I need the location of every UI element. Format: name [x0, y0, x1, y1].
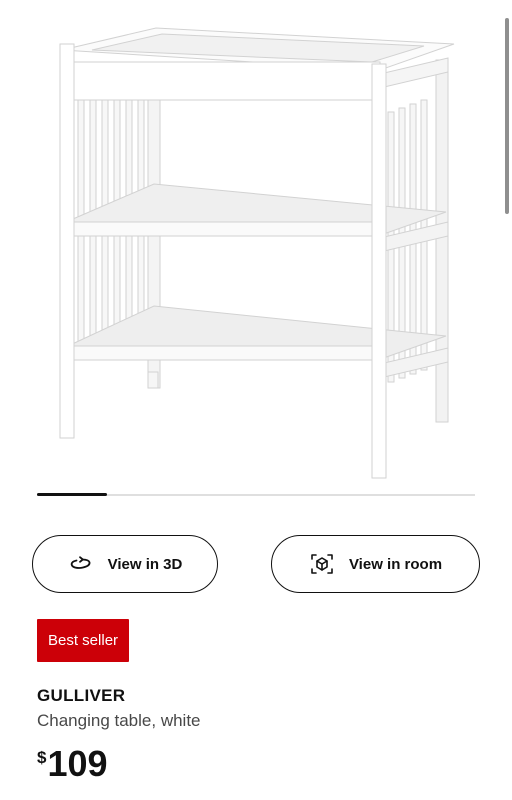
product-image-gallery[interactable] — [0, 0, 512, 480]
view-in-3d-button[interactable]: View in 3D — [32, 535, 218, 593]
view-in-room-label: View in room — [348, 555, 443, 573]
gallery-scrollbar[interactable] — [505, 18, 509, 214]
view-in-room-button[interactable]: View in room — [271, 535, 480, 593]
gallery-progress-bar — [37, 493, 475, 496]
ar-cube-icon — [309, 551, 335, 577]
product-description: Changing table, white — [37, 711, 201, 730]
view-in-3d-label: View in 3D — [107, 555, 183, 573]
gallery-progress-indicator — [37, 493, 108, 496]
best-seller-badge: Best seller — [37, 619, 130, 662]
product-price: $ 109 — [37, 742, 108, 786]
product-name: GULLIVER — [37, 686, 126, 705]
price-amount: 109 — [47, 743, 108, 784]
price-currency: $ — [37, 748, 47, 767]
rotate-3d-icon — [68, 551, 94, 577]
product-image — [59, 27, 455, 479]
